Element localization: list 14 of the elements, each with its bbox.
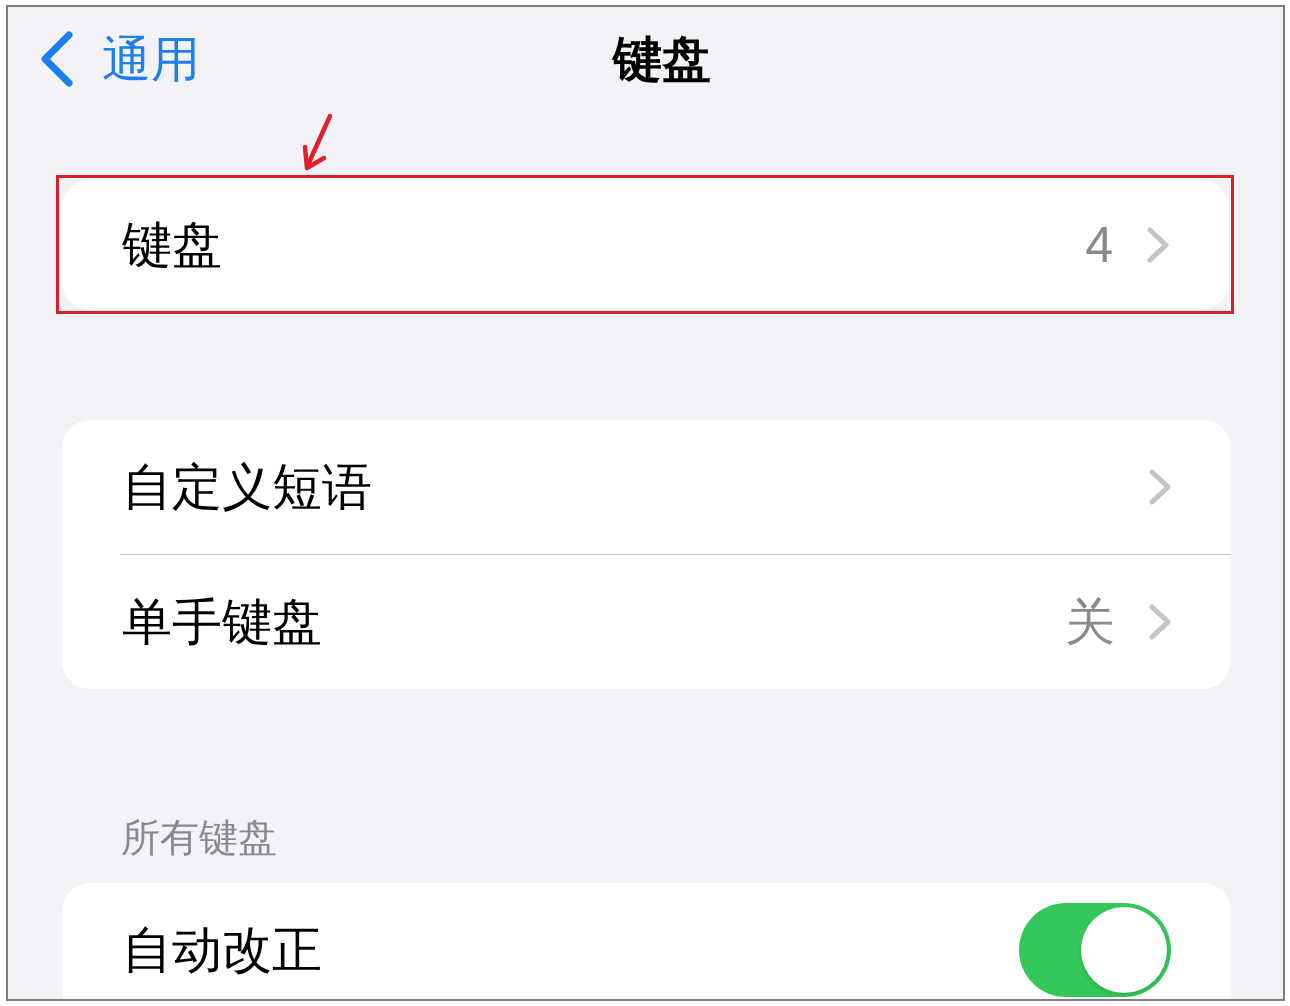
settings-row[interactable]: 自定义短语 [62, 420, 1231, 554]
back-button[interactable]: 通用 [40, 31, 200, 87]
chevron-left-icon [40, 31, 74, 87]
chevron-right-icon [1147, 227, 1169, 263]
settings-row[interactable]: 键盘 4 [62, 180, 1229, 310]
row-label: 自动改正 [122, 922, 323, 978]
settings-row[interactable]: 单手键盘 关 [62, 555, 1231, 689]
section-header: 所有键盘 [120, 815, 278, 861]
row-value: 关 [1065, 594, 1115, 650]
nav-title: 键盘 [612, 34, 711, 84]
row-value: 4 [1085, 217, 1113, 273]
arrow-icon [302, 113, 334, 171]
chevron-right-icon [1149, 604, 1171, 640]
chevron-right-icon [1149, 469, 1171, 505]
